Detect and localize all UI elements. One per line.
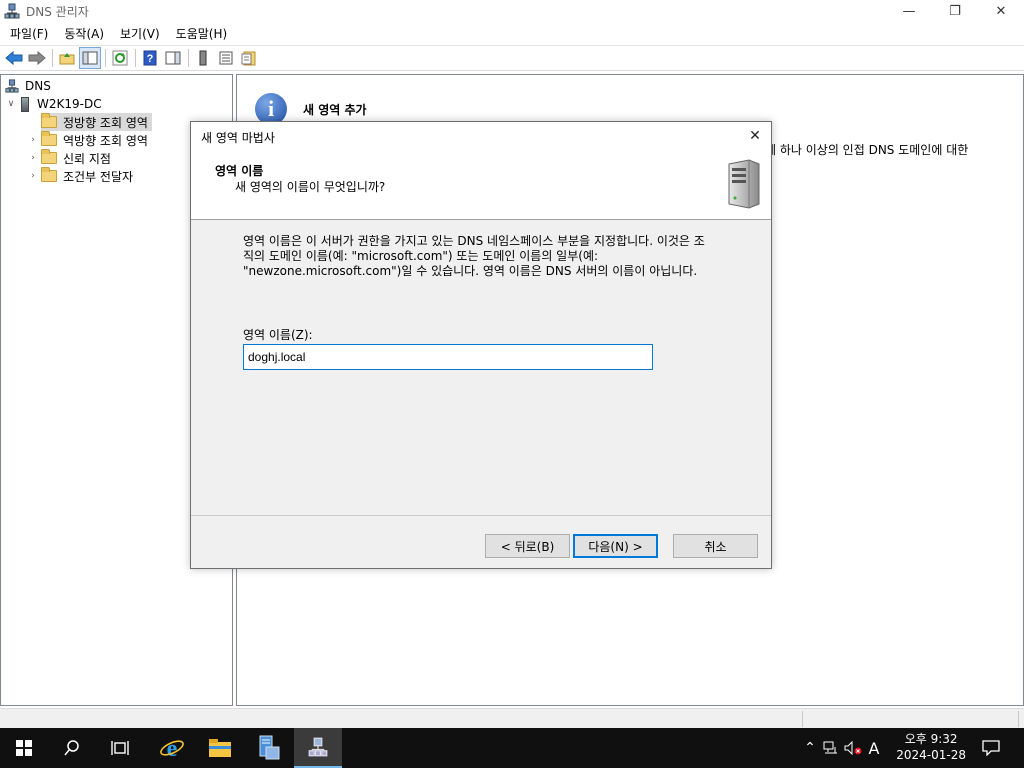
maximize-button[interactable]: ❐ [932, 0, 978, 22]
dialog-header-title: 영역 이름 [215, 164, 264, 178]
dialog-title-bar: 새 영역 마법사 ✕ [191, 122, 771, 150]
properties-icon[interactable] [238, 47, 260, 69]
help-icon[interactable]: ? [139, 47, 161, 69]
server-icon[interactable] [192, 47, 214, 69]
menu-file[interactable]: 파일(F) [2, 25, 56, 42]
status-bar [0, 708, 1024, 728]
file-explorer-icon[interactable] [196, 728, 244, 768]
chevron-right-icon[interactable]: › [27, 135, 39, 145]
details-title: 새 영역 추가 [303, 103, 367, 117]
network-icon[interactable] [820, 741, 842, 755]
toolbar: ? [0, 45, 1024, 71]
details-text: 에 하나 이상의 인접 DNS 도메인에 대한 [765, 143, 969, 157]
dns-manager-icon[interactable] [294, 728, 342, 768]
window-title: DNS 관리자 [26, 4, 89, 19]
folder-icon [41, 149, 57, 164]
list-icon[interactable] [215, 47, 237, 69]
tree-root-dns[interactable]: DNS [5, 77, 51, 95]
back-icon[interactable] [3, 47, 25, 69]
status-divider [802, 711, 803, 727]
tree-server-label: W2K19-DC [37, 97, 102, 111]
search-icon[interactable] [48, 728, 96, 768]
tree-item-reverse-lookup[interactable]: › 역방향 조회 영역 [27, 131, 148, 149]
close-button[interactable]: ✕ [978, 0, 1024, 22]
up-folder-icon[interactable] [56, 47, 78, 69]
server-manager-icon[interactable] [244, 728, 292, 768]
tree-item-label: 조건부 전달자 [63, 169, 134, 184]
show-hide-tree-icon[interactable] [79, 47, 101, 69]
internet-explorer-icon[interactable]: e [148, 728, 196, 768]
notification-icon[interactable] [968, 728, 1014, 768]
dns-app-icon [4, 3, 20, 19]
clock-date: 2024-01-28 [896, 748, 966, 762]
chevron-down-icon[interactable]: ∨ [5, 99, 17, 109]
chevron-up-icon[interactable]: ⌃ [800, 740, 820, 756]
server-icon [21, 96, 29, 112]
dialog-header: 영역 이름 새 영역의 이름이 무엇입니까? [191, 150, 771, 220]
forward-icon[interactable] [26, 47, 48, 69]
description-line: 영역 이름은 이 서버가 권한을 가지고 있는 DNS 네임스페이스 부분을 지… [243, 234, 705, 248]
chevron-right-icon[interactable]: › [27, 153, 39, 163]
tree-item-label: 정방향 조회 영역 [63, 115, 148, 130]
title-bar: DNS 관리자 — ❐ ✕ [0, 0, 1024, 22]
volume-muted-icon[interactable] [842, 741, 864, 755]
dialog-close-icon[interactable]: ✕ [745, 126, 765, 146]
menu-bar: 파일(F) 동작(A) 보기(V) 도움말(H) [0, 22, 1024, 44]
start-icon[interactable] [0, 728, 48, 768]
status-divider [1018, 711, 1019, 727]
menu-action[interactable]: 동작(A) [56, 25, 112, 42]
taskbar: e ⌃ A 오후 9:32 2024-01-28 [0, 728, 1024, 768]
menu-view[interactable]: 보기(V) [112, 25, 168, 42]
task-view-icon[interactable] [96, 728, 144, 768]
dialog-title: 새 영역 마법사 [201, 131, 275, 145]
folder-icon [41, 113, 57, 128]
tree-item-label: 신뢰 지점 [63, 151, 111, 166]
tree-item-trust-points[interactable]: › 신뢰 지점 [27, 149, 111, 167]
folder-icon [41, 131, 57, 146]
new-zone-wizard-dialog: 새 영역 마법사 ✕ 영역 이름 새 영역의 이름이 무엇입니까? 영역 이름은… [190, 121, 772, 569]
clock[interactable]: 오후 9:32 2024-01-28 [896, 731, 966, 763]
description-line: 직의 도메인 이름(예: "microsoft.com") 또는 도메인 이름의… [243, 249, 599, 263]
dialog-header-subtitle: 새 영역의 이름이 무엇입니까? [235, 180, 386, 194]
clock-time: 오후 9:32 [904, 732, 958, 746]
tree-root-label: DNS [25, 79, 51, 93]
description-line: "newzone.microsoft.com")일 수 있습니다. 영역 이름은… [243, 264, 698, 278]
zone-name-input[interactable] [243, 344, 653, 370]
tree-item-conditional-forwarders[interactable]: › 조건부 전달자 [27, 167, 133, 185]
cancel-button[interactable]: 취소 [673, 534, 758, 558]
next-button[interactable]: 다음(N) > [573, 534, 658, 558]
action-pane-icon[interactable] [162, 47, 184, 69]
ime-indicator[interactable]: A [864, 739, 884, 758]
svg-text:e: e [167, 736, 178, 761]
chevron-right-icon[interactable]: › [27, 171, 39, 181]
dialog-divider [191, 515, 771, 516]
tree-item-label: 역방향 조회 영역 [63, 133, 148, 148]
minimize-button[interactable]: — [886, 0, 932, 22]
system-tray: ⌃ A [800, 728, 884, 768]
svg-text:?: ? [147, 53, 154, 65]
menu-help[interactable]: 도움말(H) [168, 25, 236, 42]
back-button[interactable]: < 뒤로(B) [485, 534, 570, 558]
dns-icon [5, 79, 19, 93]
dialog-description: 영역 이름은 이 서버가 권한을 가지고 있는 DNS 네임스페이스 부분을 지… [243, 234, 753, 279]
tree-item-forward-lookup[interactable]: 정방향 조회 영역 [41, 113, 152, 131]
tree-server[interactable]: ∨ W2K19-DC [5, 95, 102, 113]
refresh-icon[interactable] [109, 47, 131, 69]
folder-icon [41, 167, 57, 182]
zone-name-label: 영역 이름(Z): [243, 328, 313, 342]
server-tower-icon [725, 158, 763, 210]
